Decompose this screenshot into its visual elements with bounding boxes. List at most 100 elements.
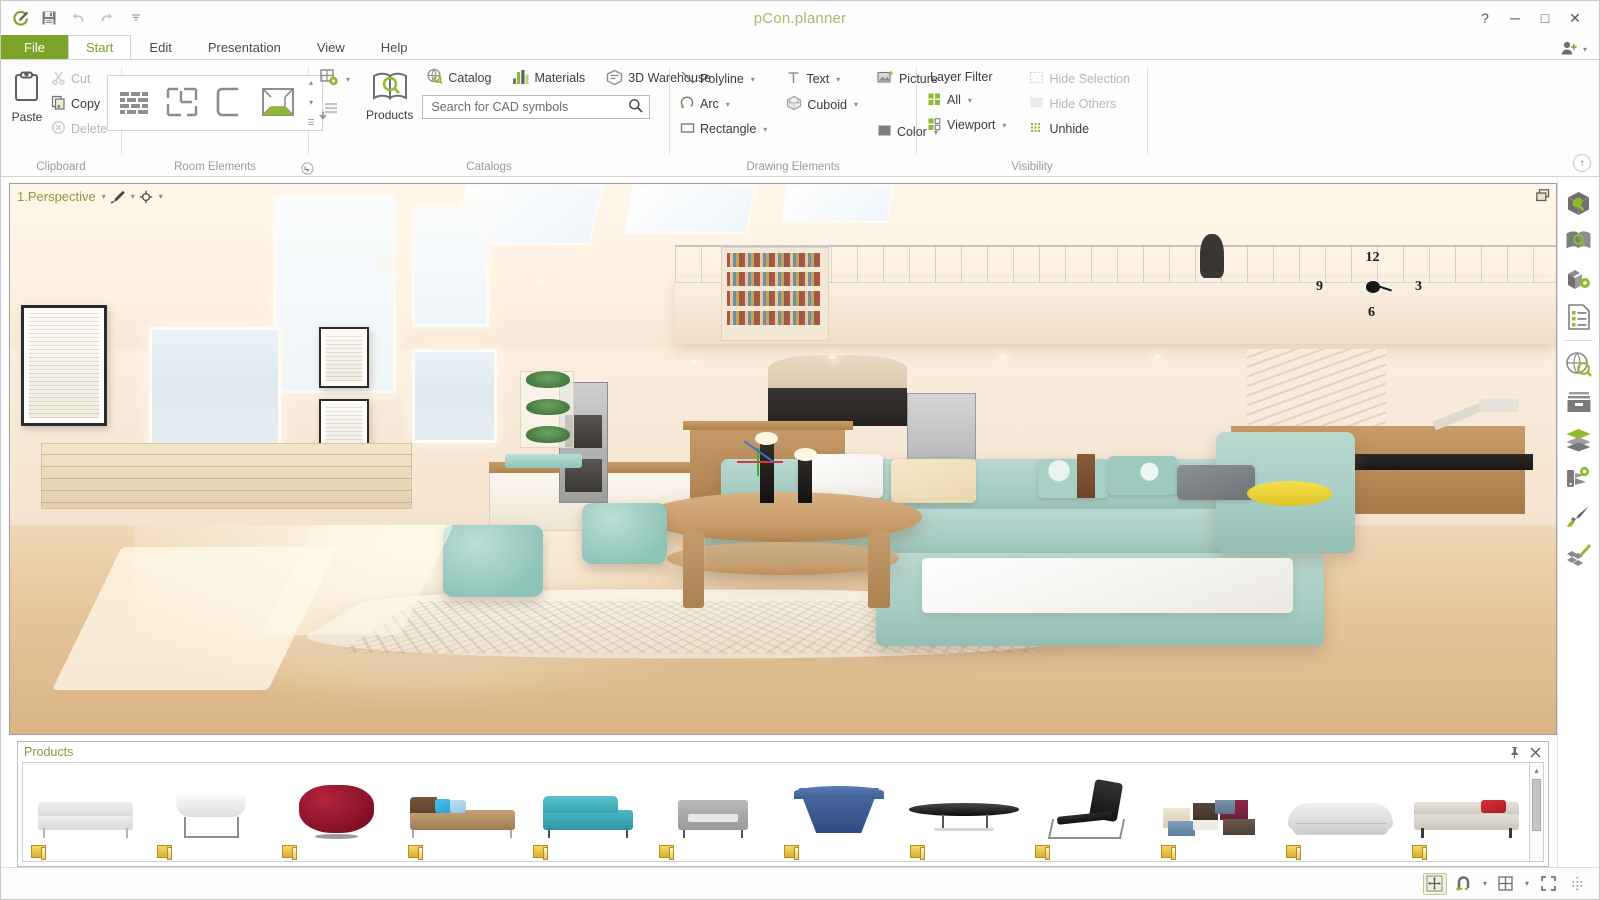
online-search-icon[interactable] — [1561, 346, 1597, 382]
maximize-button[interactable]: □ — [1531, 5, 1559, 31]
floorplan-tool-button[interactable] — [160, 81, 204, 125]
floorplan-icon — [166, 87, 198, 120]
grid-button[interactable] — [1494, 873, 1518, 895]
viewport-label-bar: 1.Perspective ▾ ▾ ▾ — [17, 189, 163, 204]
product-sofa-teal[interactable] — [525, 763, 651, 861]
product-armchair-grey[interactable] — [651, 763, 777, 861]
arc-caret[interactable]: ▾ — [726, 100, 730, 109]
archive-icon[interactable] — [1561, 384, 1597, 420]
layer-viewport-button[interactable]: Viewport ▾ — [923, 113, 1013, 137]
tab-edit[interactable]: Edit — [131, 35, 189, 59]
add-product-button[interactable]: ▾ — [315, 65, 357, 94]
viewport-caret[interactable]: ▾ — [1002, 121, 1006, 130]
lighting-icon[interactable] — [1561, 460, 1597, 496]
polyline-button[interactable]: Polyline ▾ — [676, 67, 774, 91]
object-properties-icon[interactable] — [1561, 185, 1597, 221]
scene-plant-3 — [526, 426, 570, 443]
grid-caret[interactable]: ▾ — [1523, 879, 1531, 888]
redo-icon[interactable] — [96, 7, 118, 29]
product-settings-icon[interactable] — [1561, 261, 1597, 297]
render-mode-caret[interactable]: ▾ — [131, 192, 135, 201]
app-logo-icon[interactable] — [9, 7, 31, 29]
product-sofa-beige[interactable] — [1404, 763, 1530, 861]
cuboid-button[interactable]: Cuboid ▾ — [782, 92, 865, 117]
ribbon-group-visibility: Layer Filter All ▾ Viewport ▾ Hide Selec… — [917, 60, 1147, 176]
view-name[interactable]: 1.Perspective — [17, 189, 96, 204]
layer-all-button[interactable]: All ▾ — [923, 88, 1013, 112]
search-icon[interactable] — [628, 98, 644, 116]
snap-magnet-button[interactable] — [1452, 873, 1476, 895]
products-button[interactable]: Products — [363, 65, 416, 127]
scene-kitchen-hood — [767, 382, 907, 426]
add-product-caret[interactable]: ▾ — [346, 75, 350, 84]
product-sofa-brown[interactable] — [400, 763, 526, 861]
snap-points-button[interactable] — [1565, 873, 1589, 895]
polyline-caret[interactable]: ▾ — [751, 75, 755, 84]
slab-tool-button[interactable] — [208, 81, 252, 125]
snap-caret[interactable]: ▾ — [1481, 879, 1489, 888]
product-armchair-blue[interactable] — [776, 763, 902, 861]
all-caret[interactable]: ▾ — [968, 96, 972, 105]
save-icon[interactable] — [38, 7, 60, 29]
move-gizmo-button[interactable] — [1422, 872, 1447, 895]
paste-button[interactable]: Paste — [7, 65, 47, 129]
undo-icon[interactable] — [67, 7, 89, 29]
minimize-button[interactable]: ─ — [1501, 5, 1529, 31]
hide-selection-button[interactable]: Hide Selection — [1025, 67, 1137, 91]
scene-plant-1 — [526, 371, 570, 388]
products-scroll-thumb[interactable] — [1532, 779, 1541, 831]
thumb-base — [1293, 829, 1389, 835]
room-tool-button[interactable] — [256, 81, 300, 125]
tab-help[interactable]: Help — [363, 35, 426, 59]
product-lounge-chair-black[interactable] — [1027, 763, 1153, 861]
tab-presentation[interactable]: Presentation — [190, 35, 299, 59]
account-button[interactable]: ▾ — [1560, 40, 1599, 59]
search-input[interactable] — [431, 100, 629, 114]
product-modular-seating[interactable] — [1153, 763, 1279, 861]
product-sofa-white[interactable] — [23, 763, 149, 861]
scene-selection-gizmo[interactable] — [736, 440, 783, 476]
tab-view[interactable]: View — [299, 35, 363, 59]
hide-others-button[interactable]: Hide Others — [1025, 92, 1137, 116]
catalog-browser-icon[interactable] — [1561, 223, 1597, 259]
unhide-button[interactable]: Unhide — [1025, 117, 1137, 141]
3d-viewport[interactable]: 12 3 6 9 1.Perspective ▾ ▾ ▾ — [9, 183, 1557, 735]
cad-search-box[interactable] — [422, 95, 651, 119]
products-scrollbar[interactable]: ▴ — [1529, 763, 1543, 861]
arc-button[interactable]: Arc ▾ — [676, 92, 774, 116]
cuboid-caret[interactable]: ▾ — [854, 100, 858, 109]
tab-start[interactable]: Start — [67, 35, 132, 59]
camera-target-icon[interactable] — [139, 190, 153, 204]
product-table-black[interactable] — [902, 763, 1028, 861]
text-button[interactable]: Text ▾ — [782, 67, 865, 91]
materials-button[interactable]: Materials — [508, 66, 592, 91]
fullscreen-button[interactable] — [1536, 873, 1560, 895]
layer-filter-label-row: Layer Filter — [923, 67, 1013, 87]
texture-editor-icon[interactable] — [1561, 536, 1597, 572]
products-scroll-up[interactable]: ▴ — [1534, 763, 1538, 777]
close-button[interactable]: ✕ — [1561, 5, 1589, 31]
customize-qat-icon[interactable] — [125, 7, 147, 29]
rectangle-button[interactable]: Rectangle ▾ — [676, 117, 774, 141]
help-button[interactable]: ? — [1471, 5, 1499, 31]
restore-viewport-icon[interactable] — [1536, 189, 1550, 205]
product-armchair-red[interactable] — [274, 763, 400, 861]
text-caret[interactable]: ▾ — [836, 75, 840, 84]
collapse-ribbon-button[interactable]: ↑ — [1573, 154, 1591, 172]
import-list-button[interactable] — [315, 95, 357, 126]
article-list-icon[interactable] — [1561, 299, 1597, 335]
wall-tool-button[interactable] — [112, 81, 156, 125]
pin-icon[interactable] — [1508, 746, 1521, 759]
catalog-button[interactable]: Catalog — [422, 65, 498, 91]
rectangle-caret[interactable]: ▾ — [763, 125, 767, 134]
material-editor-icon[interactable] — [1561, 498, 1597, 534]
close-icon[interactable] — [1529, 746, 1542, 759]
product-armchair-blue-thumb — [776, 769, 902, 847]
view-name-caret[interactable]: ▾ — [102, 192, 106, 201]
product-sofa-grey-round[interactable] — [1278, 763, 1404, 861]
product-chair-shell[interactable] — [149, 763, 275, 861]
pen-render-icon[interactable] — [110, 189, 125, 204]
camera-caret[interactable]: ▾ — [159, 192, 163, 201]
tab-file[interactable]: File — [1, 35, 68, 59]
layers-icon[interactable] — [1561, 422, 1597, 458]
